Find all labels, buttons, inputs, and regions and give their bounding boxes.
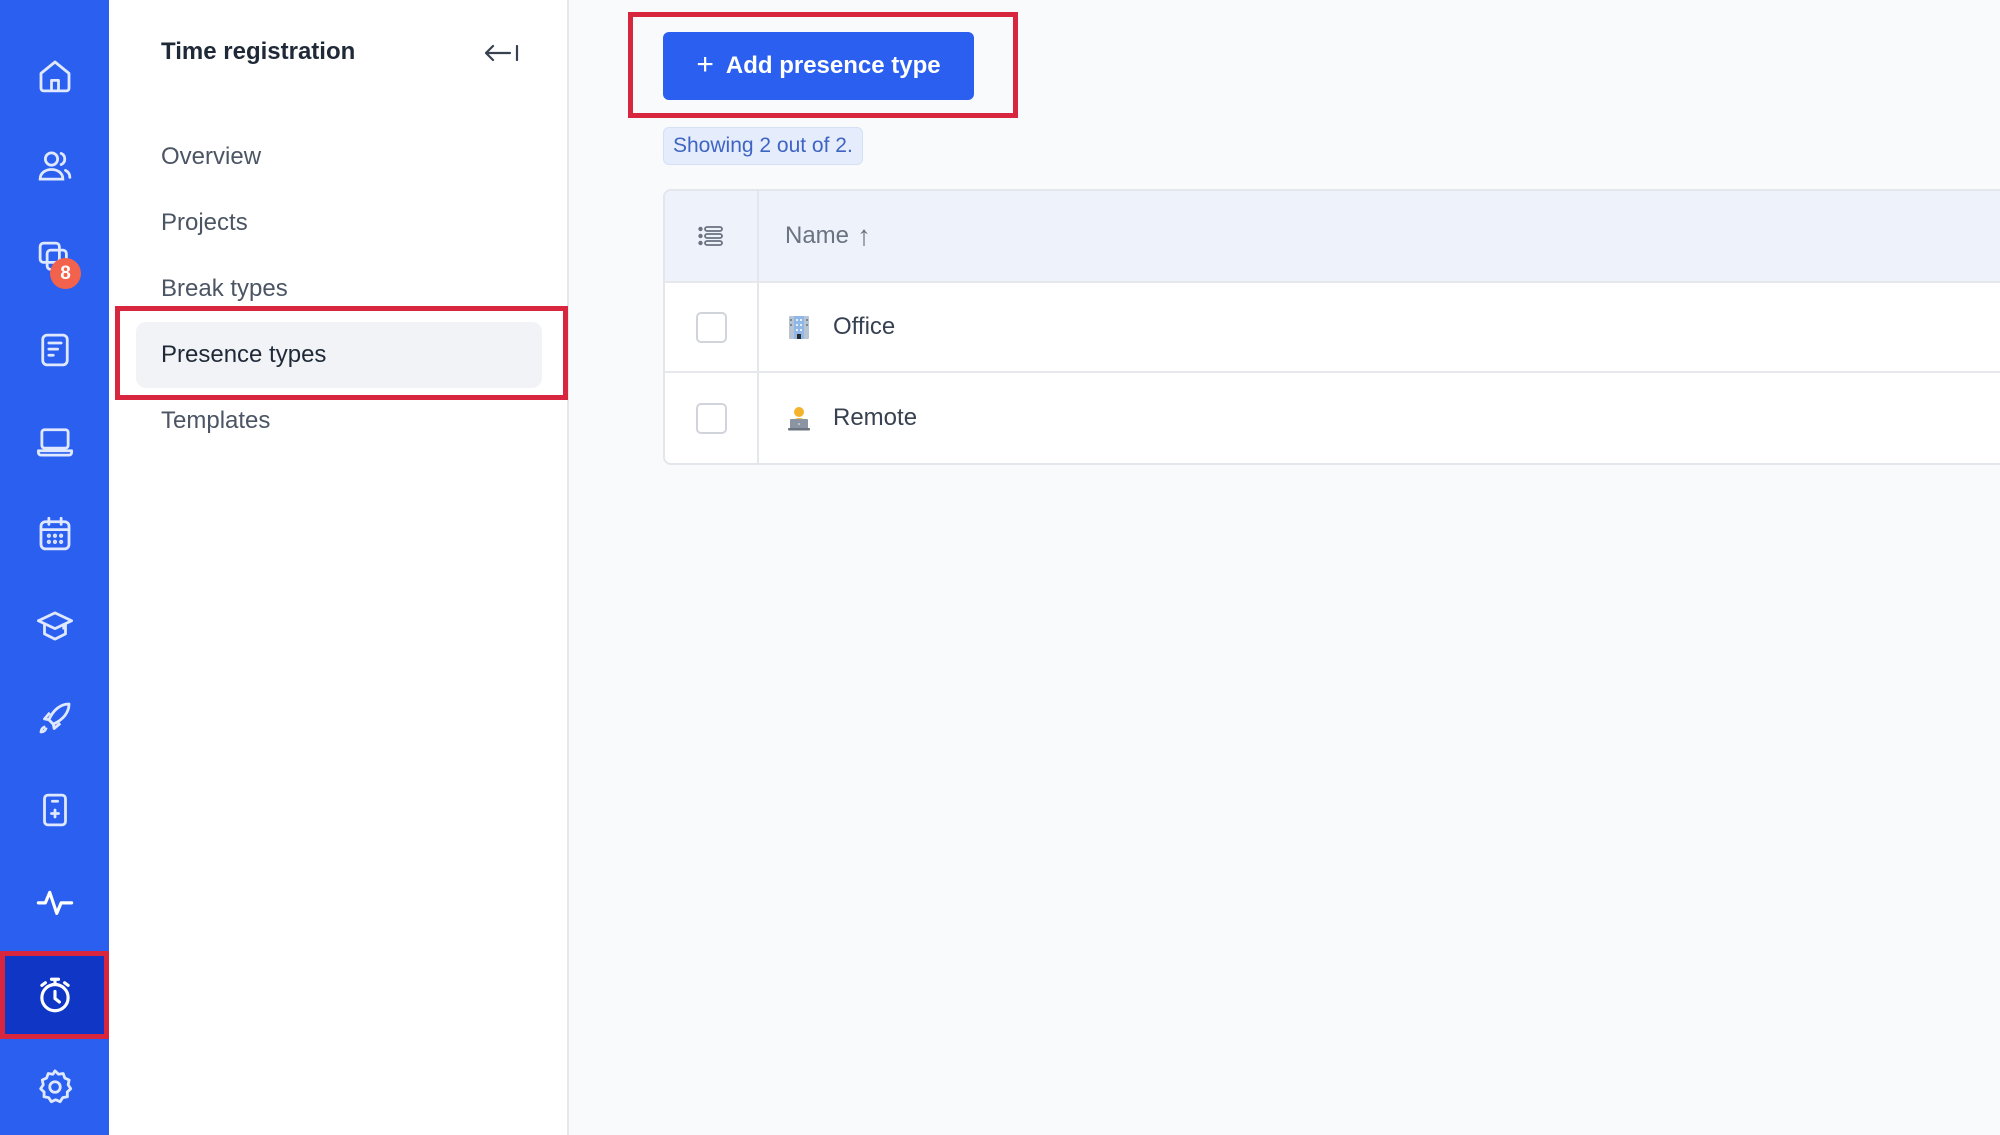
person-laptop-icon xyxy=(785,404,813,432)
row-checkbox[interactable] xyxy=(695,311,727,343)
table-row[interactable]: Remote xyxy=(665,373,2000,463)
plus-icon: + xyxy=(696,48,714,81)
collapse-nav-button[interactable] xyxy=(479,36,525,70)
add-presence-type-button[interactable]: + Add presence type xyxy=(663,32,974,100)
laptop-icon xyxy=(36,428,73,457)
pulse-icon xyxy=(36,890,73,915)
graduation-cap-icon xyxy=(36,611,73,641)
nav-item-presence-types[interactable]: Presence types xyxy=(136,322,542,388)
rail-item-activity[interactable] xyxy=(0,858,109,946)
nav-item-templates[interactable]: Templates xyxy=(136,388,542,454)
section-title: Time registration xyxy=(161,38,356,65)
nav-item-projects[interactable]: Projects xyxy=(136,190,542,256)
rail-item-learning[interactable] xyxy=(0,582,109,670)
nav-list: Overview Projects Break types Presence t… xyxy=(136,124,542,454)
presence-types-table: Name ↑ Office Remote xyxy=(663,189,2000,465)
column-settings-icon xyxy=(698,226,723,246)
table-header: Name ↑ xyxy=(665,191,2000,283)
document-icon xyxy=(40,333,69,367)
medical-card-icon xyxy=(42,793,67,827)
rail-item-people[interactable] xyxy=(0,122,109,210)
icon-rail: 8 xyxy=(0,0,109,1135)
row-name: Office xyxy=(833,313,896,340)
rail-item-settings[interactable] xyxy=(0,1043,109,1131)
name-header-label: Name xyxy=(785,222,850,249)
add-presence-type-label: Add presence type xyxy=(725,52,941,79)
notification-badge: 8 xyxy=(50,258,81,289)
column-settings-button[interactable] xyxy=(665,191,759,281)
rail-item-health[interactable] xyxy=(0,766,109,854)
nav-item-break-types[interactable]: Break types xyxy=(136,256,542,322)
users-icon xyxy=(38,151,71,181)
rail-item-documents[interactable] xyxy=(0,306,109,394)
sort-ascending-icon: ↑ xyxy=(857,220,872,251)
row-checkbox[interactable] xyxy=(695,402,727,434)
rail-item-onboarding[interactable] xyxy=(0,674,109,762)
home-icon xyxy=(39,60,70,93)
calendar-icon xyxy=(39,516,70,551)
time-registration-nav: Time registration Overview Projects Brea… xyxy=(109,0,569,1135)
rail-item-home[interactable] xyxy=(0,32,109,120)
rail-item-devices[interactable] xyxy=(0,398,109,486)
rocket-icon xyxy=(39,702,70,734)
main-content xyxy=(571,0,2000,1135)
rail-item-calendar[interactable] xyxy=(0,490,109,578)
collapse-left-icon xyxy=(484,44,519,62)
result-count: Showing 2 out of 2. xyxy=(663,127,863,165)
rail-item-requests[interactable]: 8 xyxy=(0,214,109,302)
name-column-header[interactable]: Name ↑ xyxy=(759,191,2000,281)
row-name: Remote xyxy=(833,404,918,431)
stopwatch-icon xyxy=(39,977,70,1013)
table-row[interactable]: Office xyxy=(665,283,2000,373)
nav-item-overview[interactable]: Overview xyxy=(136,124,542,190)
gear-icon xyxy=(38,1069,72,1104)
rail-item-time-registration[interactable] xyxy=(0,951,109,1039)
office-building-icon xyxy=(785,313,813,341)
